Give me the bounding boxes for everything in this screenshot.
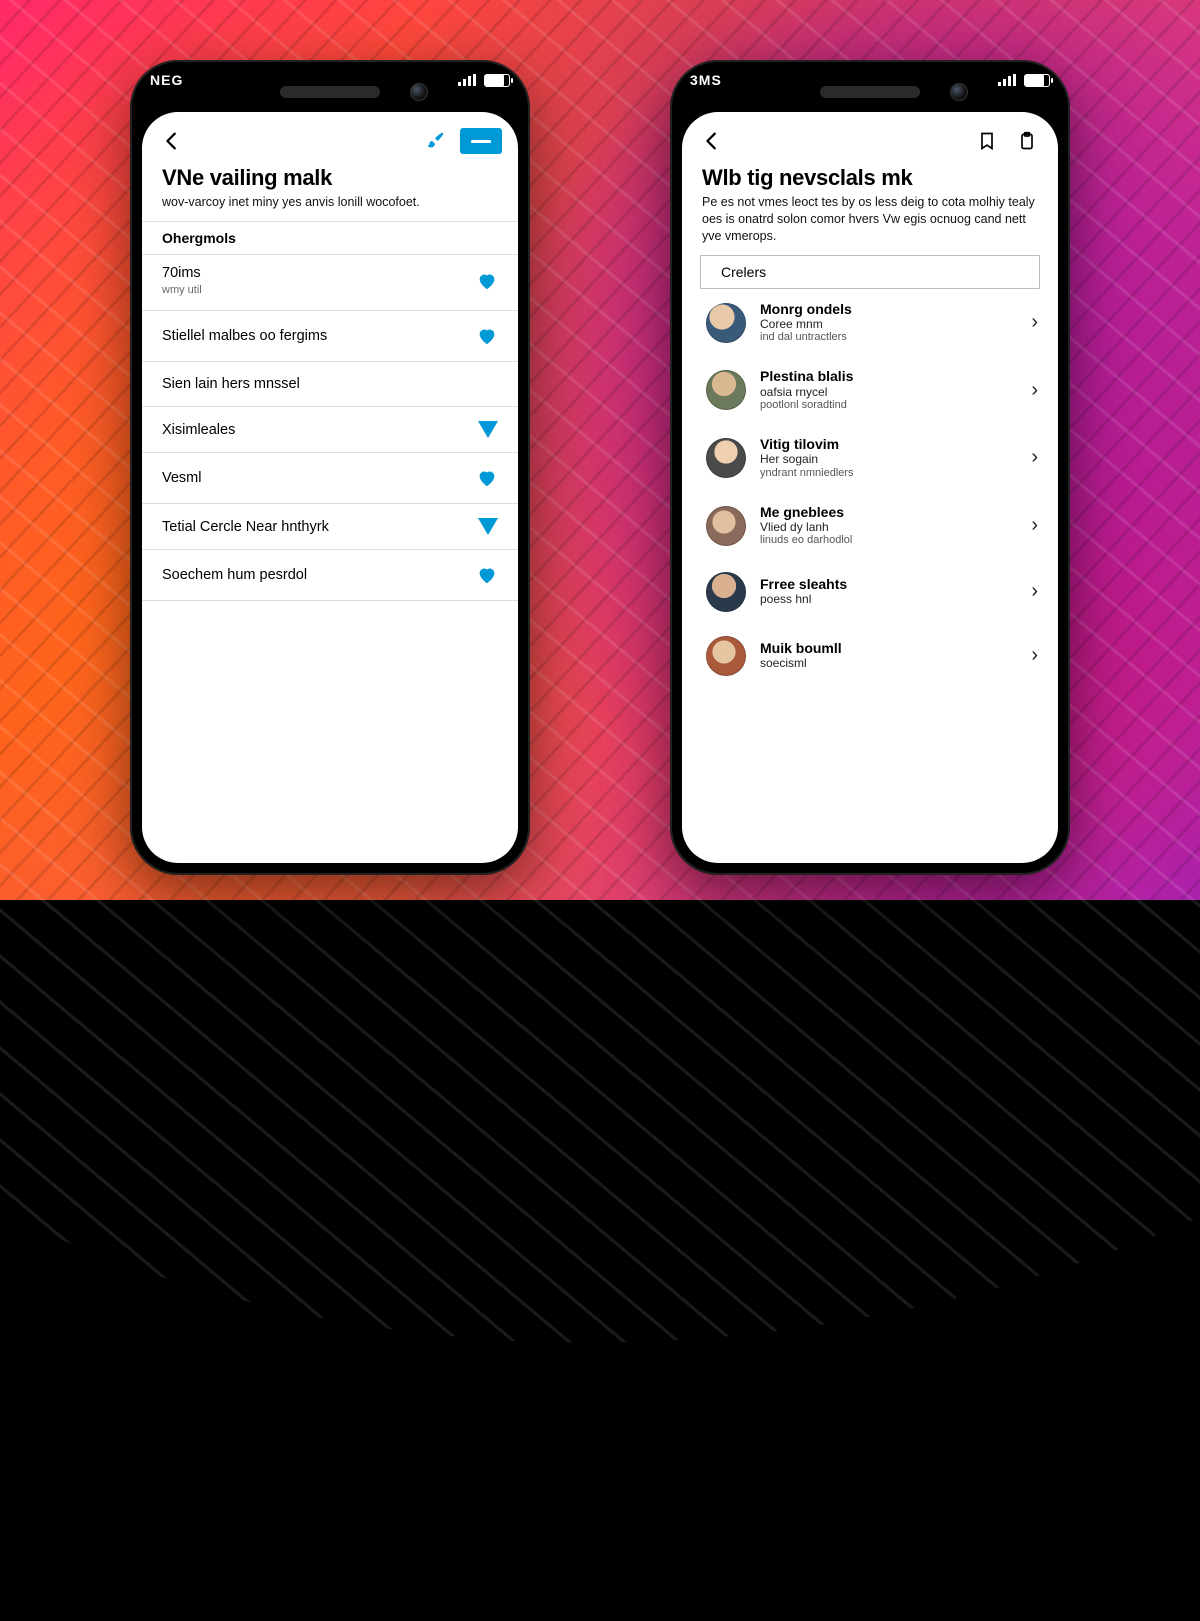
chevron-right-icon: › (1031, 580, 1038, 603)
item-sublabel: wmy util (162, 284, 202, 296)
avatar (706, 303, 746, 343)
list-item[interactable]: Vitig tilovim Her sogain yndrant nmniedl… (682, 424, 1058, 492)
item-name: Plestina blalis (760, 368, 1017, 384)
phone-mockup-right: 3MS Wlb tig nevsclals mk Pe es not vmes … (670, 60, 1070, 875)
list-item[interactable]: Stiellel malbes oo fergims (142, 311, 518, 362)
item-line2: poess hnl (760, 592, 1017, 606)
primary-action-button[interactable] (460, 128, 502, 154)
page-title: VNe vailing malk (162, 166, 498, 190)
dropdown-icon[interactable] (478, 518, 498, 535)
chevron-right-icon: › (1031, 311, 1038, 334)
item-line3: yndrant nmniedlers (760, 467, 1017, 480)
avatar (706, 438, 746, 478)
avatar (706, 636, 746, 676)
brush-icon (424, 130, 446, 152)
item-line2: Coree mnm (760, 317, 1017, 331)
clipboard-icon (1017, 131, 1037, 151)
dropdown-icon[interactable] (478, 421, 498, 438)
item-label: 70ims (162, 265, 202, 281)
item-name: Monrg ondels (760, 301, 1017, 317)
item-label: Tetial Cercle Near hnthyrk (162, 519, 329, 535)
favorites-list: 70ims wmy util Stiellel malbes oo fergim… (142, 255, 518, 863)
device-notch (142, 72, 518, 112)
item-line3: linuds eo darhodlol (760, 534, 1017, 547)
item-line2: soecisml (760, 656, 1017, 670)
chevron-right-icon: › (1031, 514, 1038, 537)
app-header (682, 112, 1058, 164)
list-item[interactable]: Plestina blalis oafsia rnycel pootlonl s… (682, 356, 1058, 424)
device-notch (682, 72, 1058, 112)
page-title: Wlb tig nevsclals mk (702, 166, 1038, 190)
item-name: Frree sleahts (760, 576, 1017, 592)
item-label: Xisimleales (162, 422, 235, 438)
phone-mockup-left: NEG VNe vailing malk wov-varcoy inet min… (130, 60, 530, 875)
page-subtitle: wov-varcoy inet miny yes anvis lonill wo… (162, 194, 498, 211)
brush-button[interactable] (420, 126, 450, 156)
list-item[interactable]: Vesml (142, 453, 518, 504)
item-name: Vitig tilovim (760, 436, 1017, 452)
app-header (142, 112, 518, 164)
item-label: Vesml (162, 470, 202, 486)
item-line3: pootlonl soradtind (760, 399, 1017, 412)
screen: Wlb tig nevsclals mk Pe es not vmes leoc… (682, 112, 1058, 863)
list-item[interactable]: Frree sleahts poess hnl › (682, 560, 1058, 624)
minus-icon (471, 140, 491, 143)
bookmark-icon (977, 131, 997, 151)
item-line2: Her sogain (760, 452, 1017, 466)
people-list: Monrg ondels Coree mnm ind dal untractle… (682, 289, 1058, 863)
item-line3: ind dal untractlers (760, 331, 1017, 344)
section-header: Ohergmols (142, 221, 518, 255)
heart-icon[interactable] (476, 270, 498, 292)
list-item[interactable]: Soechem hum pesrdol (142, 550, 518, 601)
avatar (706, 572, 746, 612)
item-label: Sien lain hers mnssel (162, 376, 300, 392)
chevron-right-icon: › (1031, 446, 1038, 469)
back-button[interactable] (698, 127, 726, 155)
chevron-right-icon: › (1031, 644, 1038, 667)
list-item[interactable]: Monrg ondels Coree mnm ind dal untractle… (682, 289, 1058, 357)
item-name: Muik boumll (760, 640, 1017, 656)
list-item[interactable]: Muik boumll soecisml › (682, 624, 1058, 688)
chevron-left-icon (701, 130, 723, 152)
item-line2: Vlied dy lanh (760, 520, 1017, 534)
list-item[interactable]: Tetial Cercle Near hnthyrk (142, 504, 518, 550)
list-item[interactable]: Me gneblees Vlied dy lanh linuds eo darh… (682, 492, 1058, 560)
item-line2: oafsia rnycel (760, 385, 1017, 399)
heart-icon[interactable] (476, 564, 498, 586)
item-label: Soechem hum pesrdol (162, 567, 307, 583)
list-item[interactable]: 70ims wmy util (142, 255, 518, 311)
screen: VNe vailing malk wov-varcoy inet miny ye… (142, 112, 518, 863)
page-subtitle: Pe es not vmes leoct tes by os less deig… (702, 194, 1038, 245)
list-item[interactable]: Xisimleales (142, 407, 518, 453)
avatar (706, 506, 746, 546)
back-button[interactable] (158, 127, 186, 155)
chevron-left-icon (161, 130, 183, 152)
list-item[interactable]: Sien lain hers mnssel (142, 362, 518, 407)
clipboard-button[interactable] (1012, 126, 1042, 156)
item-label: Stiellel malbes oo fergims (162, 328, 327, 344)
heart-icon[interactable] (476, 467, 498, 489)
heart-icon[interactable] (476, 325, 498, 347)
section-header[interactable]: Crelers (700, 255, 1040, 289)
bookmark-button[interactable] (972, 126, 1002, 156)
item-name: Me gneblees (760, 504, 1017, 520)
avatar (706, 370, 746, 410)
chevron-right-icon: › (1031, 379, 1038, 402)
